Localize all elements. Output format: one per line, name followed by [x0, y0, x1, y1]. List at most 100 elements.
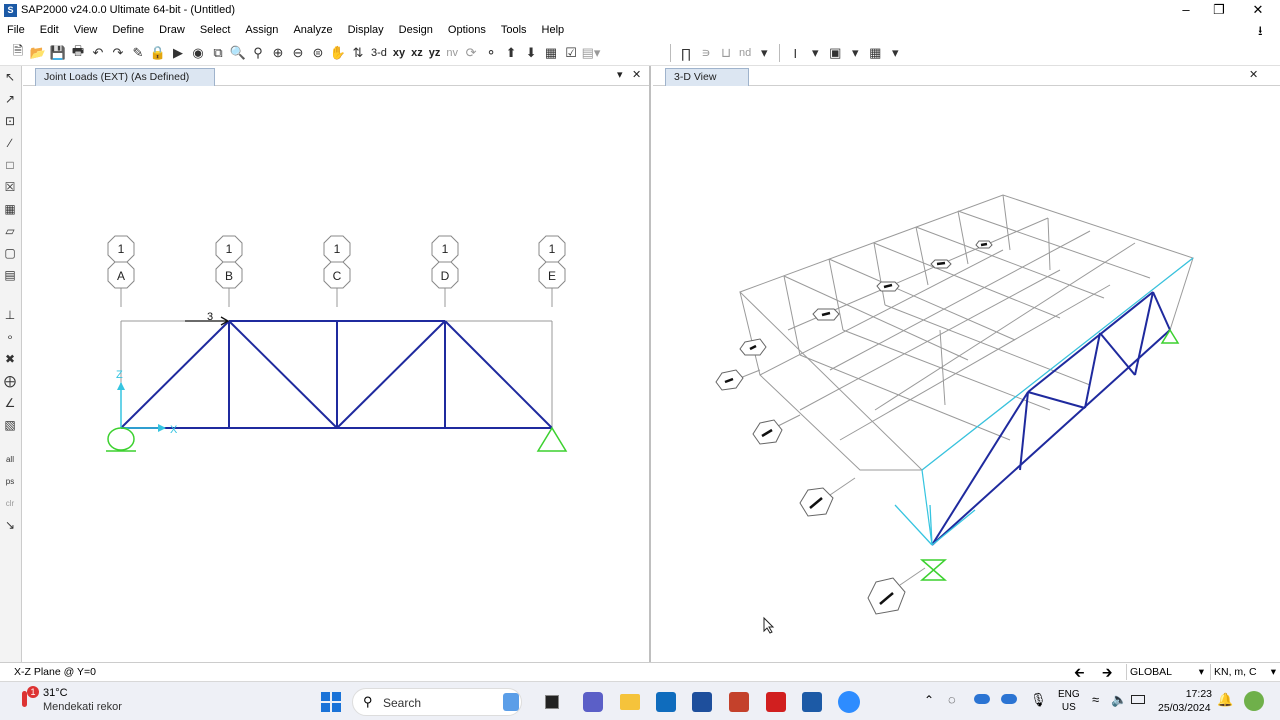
- pan-icon[interactable]: ✋: [328, 43, 348, 63]
- set-display-options-icon[interactable]: ☑: [561, 43, 581, 63]
- save-icon[interactable]: 💾: [48, 43, 68, 63]
- area-section-icon[interactable]: ▣: [825, 43, 845, 63]
- restore-full-view-icon[interactable]: ⚲: [248, 43, 268, 63]
- move-up-icon[interactable]: ⬆: [501, 43, 521, 63]
- menu-display[interactable]: Display: [341, 20, 392, 41]
- snap-ends-icon[interactable]: ∘: [0, 326, 20, 348]
- joint-load-arrow[interactable]: 3: [185, 311, 230, 326]
- reshape-icon[interactable]: ↗: [0, 88, 20, 110]
- task-view-icon[interactable]: [545, 695, 559, 709]
- quick-draw-frame-icon[interactable]: □: [0, 154, 20, 176]
- lock-icon[interactable]: 🔒: [148, 43, 168, 63]
- view-nv-button[interactable]: nv: [443, 43, 461, 63]
- frame-type-icon[interactable]: ⊔: [716, 43, 736, 63]
- store-icon[interactable]: [692, 692, 712, 712]
- draw-frame-icon[interactable]: ∕: [0, 132, 20, 154]
- run-now-icon[interactable]: ◉: [188, 43, 208, 63]
- menu-view[interactable]: View: [67, 20, 106, 41]
- network-status-icon[interactable]: ◌: [948, 692, 956, 707]
- microphone-icon[interactable]: 🎙: [1030, 692, 1047, 708]
- menu-assign[interactable]: Assign: [238, 20, 286, 41]
- zoom-app-icon[interactable]: [838, 691, 860, 713]
- acrobat-icon[interactable]: [766, 692, 786, 712]
- taskbar-search-box[interactable]: ⚲ Search: [352, 688, 522, 716]
- onedrive-business-icon[interactable]: [1001, 694, 1017, 704]
- dropdown-icon[interactable]: ▾: [617, 68, 623, 81]
- 3d-truss-members[interactable]: [931, 291, 1171, 546]
- language-indicator[interactable]: ENG US: [1058, 688, 1080, 714]
- intersecting-line-icon[interactable]: ↘: [0, 514, 20, 536]
- pin-support-right[interactable]: [536, 426, 568, 452]
- zoom-in-icon[interactable]: ⊕: [268, 43, 288, 63]
- wifi-icon[interactable]: ≈: [1092, 692, 1099, 707]
- close-pane-icon[interactable]: ✕: [632, 68, 641, 81]
- view-3d-button[interactable]: 3-d: [368, 43, 390, 63]
- section-dropdown-icon[interactable]: ▾: [805, 43, 825, 63]
- refresh-window-icon[interactable]: ✎: [128, 43, 148, 63]
- perspective-icon[interactable]: ⚬: [481, 43, 501, 63]
- close-window-button[interactable]: ✕: [1240, 0, 1276, 20]
- menu-analyze[interactable]: Analyze: [286, 20, 340, 41]
- snap-points-icon[interactable]: ⊥: [0, 304, 20, 326]
- table-icon[interactable]: ▦: [865, 43, 885, 63]
- battery-icon[interactable]: [1131, 695, 1145, 704]
- menu-options[interactable]: Options: [441, 20, 494, 41]
- 3d-canvas[interactable]: [653, 86, 1280, 661]
- object-shrink-icon[interactable]: ▦: [541, 43, 561, 63]
- pin-support-left[interactable]: [106, 427, 136, 452]
- quick-draw-brace-icon[interactable]: ☒: [0, 176, 20, 198]
- tab-joint-loads[interactable]: Joint Loads (EXT) (As Defined): [35, 68, 215, 86]
- teams-icon[interactable]: [583, 692, 603, 712]
- units-select[interactable]: KN, m, C ▾: [1210, 664, 1278, 680]
- new-model-icon[interactable]: 🗎: [8, 43, 28, 63]
- draw-joint-icon[interactable]: ⊡: [0, 110, 20, 132]
- snap-intersections-icon[interactable]: ✖: [0, 348, 20, 370]
- frame-section-icon[interactable]: ∏: [676, 43, 696, 63]
- sap2000-taskbar-icon[interactable]: [802, 692, 822, 712]
- quick-draw-secondary-icon[interactable]: ▦: [0, 198, 20, 220]
- menu-draw[interactable]: Draw: [152, 20, 193, 41]
- quick-draw-area-icon[interactable]: ▤: [0, 264, 20, 286]
- weather-widget[interactable]: 1: [18, 686, 39, 710]
- undo-icon[interactable]: ↶: [88, 43, 108, 63]
- show-hidden-icons-icon[interactable]: ⌃: [924, 693, 934, 707]
- outlook-icon[interactable]: [656, 692, 676, 712]
- minimize-button[interactable]: –: [1168, 0, 1204, 20]
- 3d-view-pane[interactable]: 3-D View ✕: [653, 66, 1280, 662]
- nd-dropdown-icon[interactable]: ▾: [754, 43, 774, 63]
- menu-select[interactable]: Select: [193, 20, 239, 41]
- volume-icon[interactable]: 🔈: [1111, 692, 1127, 708]
- open-icon[interactable]: 📂: [28, 43, 48, 63]
- display-dropdown-icon[interactable]: ▤▾: [581, 43, 601, 63]
- frame-release-icon[interactable]: ∍: [696, 43, 716, 63]
- clock-time[interactable]: 17:23: [1168, 688, 1212, 700]
- powerpoint-icon[interactable]: [729, 692, 749, 712]
- view-xy-button[interactable]: xy: [390, 43, 408, 63]
- joint-loads-pane[interactable]: Joint Loads (EXT) (As Defined) ▾ ✕ 1 1 1…: [23, 66, 651, 662]
- clear-selection-icon[interactable]: clr: [0, 492, 20, 514]
- coord-system-select[interactable]: GLOBAL ▾: [1126, 664, 1206, 680]
- menu-help[interactable]: Help: [535, 20, 573, 41]
- tab-3d-view[interactable]: 3-D View: [665, 68, 749, 86]
- draw-rect-area-icon[interactable]: ▢: [0, 242, 20, 264]
- table-dropdown-icon[interactable]: ▾: [885, 43, 905, 63]
- menu-tools[interactable]: Tools: [494, 20, 535, 41]
- print-icon[interactable]: 🖶: [68, 43, 88, 63]
- plane-canvas[interactable]: 1 1 1 1 1 A B C D E 3 Z X: [23, 86, 649, 661]
- redo-icon[interactable]: ↷: [108, 43, 128, 63]
- select-all-icon[interactable]: all: [0, 448, 20, 470]
- section-cut-icon[interactable]: I: [785, 43, 805, 63]
- windows-start-icon[interactable]: [321, 692, 341, 712]
- onedrive-icon[interactable]: [974, 694, 990, 704]
- menu-define[interactable]: Define: [105, 20, 152, 41]
- menu-file[interactable]: File: [0, 20, 33, 41]
- close-pane-icon[interactable]: ✕: [1249, 68, 1258, 81]
- view-xz-button[interactable]: xz: [408, 43, 426, 63]
- menu-design[interactable]: Design: [392, 20, 441, 41]
- rotate-icon[interactable]: ⟳: [461, 43, 481, 63]
- file-explorer-icon[interactable]: [620, 694, 640, 710]
- truss-members[interactable]: [120, 320, 553, 429]
- area-dropdown-icon[interactable]: ▾: [845, 43, 865, 63]
- 3d-supports[interactable]: [919, 328, 1180, 581]
- previous-selection-icon[interactable]: ps: [0, 470, 20, 492]
